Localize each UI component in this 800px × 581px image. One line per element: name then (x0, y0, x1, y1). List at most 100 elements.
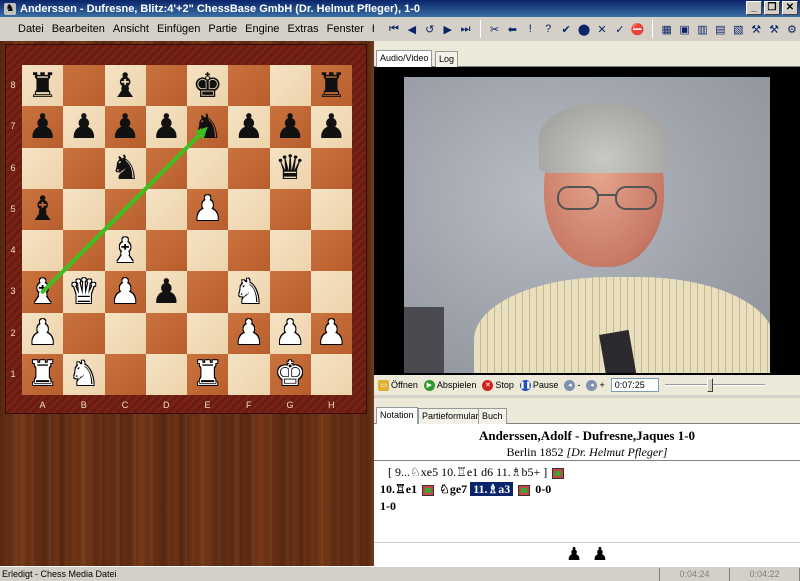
square-h7[interactable]: ♟ (310, 106, 352, 148)
white-knight-icon[interactable]: ♞ (234, 275, 264, 309)
variation-line[interactable]: [ 9...♘xe5 10.♖e1 d6 11.♗b5+ ] (380, 464, 794, 481)
first-move-icon[interactable]: ⏮ (386, 20, 402, 38)
tab-notation[interactable]: Notation (376, 407, 418, 425)
white-knight-icon[interactable]: ♞ (69, 357, 99, 391)
check-icon[interactable]: ✔ (558, 20, 574, 38)
square-e1[interactable]: ♜ (187, 353, 229, 395)
black-bishop-icon[interactable]: ♝ (110, 69, 140, 103)
square-a7[interactable]: ♟ (22, 106, 64, 148)
square-h3[interactable] (310, 271, 352, 313)
menu-datei[interactable]: Datei (14, 23, 48, 35)
undo-icon[interactable]: ↺ (422, 20, 438, 38)
menu-ansicht[interactable]: Ansicht (109, 23, 153, 35)
delete-icon[interactable]: ✕ (594, 20, 610, 38)
square-c4[interactable]: ♝ (104, 230, 146, 272)
video-player[interactable] (374, 67, 800, 375)
window-icon[interactable]: ▤ (712, 20, 728, 38)
settings-icon[interactable]: ⚙ (784, 20, 800, 38)
square-e8[interactable]: ♚ (187, 65, 229, 107)
square-a3[interactable]: ♝ (22, 271, 64, 313)
panes-icon[interactable]: ▥ (695, 20, 711, 38)
move-10-white[interactable]: 10.♖e1 (380, 482, 417, 496)
square-h6[interactable] (310, 147, 352, 189)
good-move-icon[interactable]: ! (522, 20, 538, 38)
square-b3[interactable]: ♛ (63, 271, 105, 313)
black-pawn-icon[interactable]: ♟ (151, 110, 181, 144)
confirm-icon[interactable]: ✓ (612, 20, 628, 38)
menu-bearbeiten[interactable]: Bearbeiten (48, 23, 109, 35)
bad-move-icon[interactable]: ? (540, 20, 556, 38)
black-rook-icon[interactable]: ♜ (316, 69, 346, 103)
square-e5[interactable]: ♟ (187, 188, 229, 230)
square-c5[interactable] (104, 188, 146, 230)
record-icon[interactable]: ⬤ (576, 20, 592, 38)
black-rook-icon[interactable]: ♜ (27, 69, 57, 103)
video-marker-icon[interactable] (518, 484, 531, 496)
square-c1[interactable] (104, 353, 146, 395)
last-move-icon[interactable]: ⏭ (458, 20, 474, 38)
square-b1[interactable]: ♞ (63, 353, 105, 395)
black-pawn-icon[interactable]: ♟ (110, 110, 140, 144)
square-a8[interactable]: ♜ (22, 65, 64, 107)
black-king-icon[interactable]: ♚ (192, 69, 222, 103)
square-c7[interactable]: ♟ (104, 106, 146, 148)
hammer-icon[interactable]: ⚒ (748, 20, 764, 38)
pause-button[interactable]: ❚❚ Pause (520, 379, 558, 391)
square-g2[interactable]: ♟ (269, 312, 311, 354)
board-icon[interactable]: ▦ (659, 20, 675, 38)
square-f5[interactable] (228, 188, 270, 230)
square-g5[interactable] (269, 188, 311, 230)
square-a4[interactable] (22, 230, 64, 272)
square-f1[interactable] (228, 353, 270, 395)
square-c2[interactable] (104, 312, 146, 354)
square-g7[interactable]: ♟ (269, 106, 311, 148)
move-11-black[interactable]: 0-0 (535, 482, 551, 496)
arrow-left-icon[interactable]: ⬅ (504, 20, 520, 38)
stop-sign-icon[interactable]: ⛔ (630, 20, 646, 38)
square-d7[interactable]: ♟ (145, 106, 187, 148)
app-icon[interactable]: ♞ (4, 2, 16, 15)
play-button[interactable]: ▶ Abspielen (423, 379, 476, 391)
stop-button[interactable]: ✕ Stop (482, 379, 514, 391)
layout-icon[interactable]: ▣ (677, 20, 693, 38)
black-knight-icon[interactable]: ♞ (192, 110, 222, 144)
menu-einfuegen[interactable]: Einfügen (153, 23, 204, 35)
square-a5[interactable]: ♝ (22, 188, 64, 230)
forward-icon[interactable]: ▶ (440, 20, 456, 38)
tab-log[interactable]: Log (435, 51, 459, 67)
square-f7[interactable]: ♟ (228, 106, 270, 148)
minimize-button[interactable]: _ (746, 1, 762, 15)
square-g8[interactable] (269, 65, 311, 107)
black-queen-icon[interactable]: ♛ (275, 151, 305, 185)
menu-fenster[interactable]: Fenster (323, 23, 368, 35)
square-h4[interactable] (310, 230, 352, 272)
square-b8[interactable] (63, 65, 105, 107)
square-b6[interactable] (63, 147, 105, 189)
variation-text[interactable]: [ 9...♘xe5 10.♖e1 d6 11.♗b5+ ] (388, 465, 547, 479)
square-d8[interactable] (145, 65, 187, 107)
square-c8[interactable]: ♝ (104, 65, 146, 107)
square-d1[interactable] (145, 353, 187, 395)
square-e2[interactable] (187, 312, 229, 354)
menu-engine[interactable]: Engine (241, 23, 283, 35)
square-f2[interactable]: ♟ (228, 312, 270, 354)
black-pawn-icon[interactable]: ♟ (275, 110, 305, 144)
square-d5[interactable] (145, 188, 187, 230)
white-pawn-icon[interactable]: ♟ (234, 316, 264, 350)
square-f4[interactable] (228, 230, 270, 272)
tab-buch[interactable]: Buch (478, 408, 507, 424)
white-bishop-icon[interactable]: ♝ (27, 275, 57, 309)
square-d6[interactable] (145, 147, 187, 189)
cut-icon[interactable]: ✂ (487, 20, 503, 38)
white-rook-icon[interactable]: ♜ (192, 357, 222, 391)
white-king-icon[interactable]: ♚ (275, 357, 305, 391)
white-pawn-icon[interactable]: ♟ (110, 275, 140, 309)
square-e3[interactable] (187, 271, 229, 313)
square-a1[interactable]: ♜ (22, 353, 64, 395)
black-pawn-icon[interactable]: ♟ (69, 110, 99, 144)
square-h1[interactable] (310, 353, 352, 395)
video-marker-icon[interactable] (552, 467, 565, 479)
square-a2[interactable]: ♟ (22, 312, 64, 354)
square-f6[interactable] (228, 147, 270, 189)
open-button[interactable]: ▭ Öffnen (378, 379, 418, 391)
